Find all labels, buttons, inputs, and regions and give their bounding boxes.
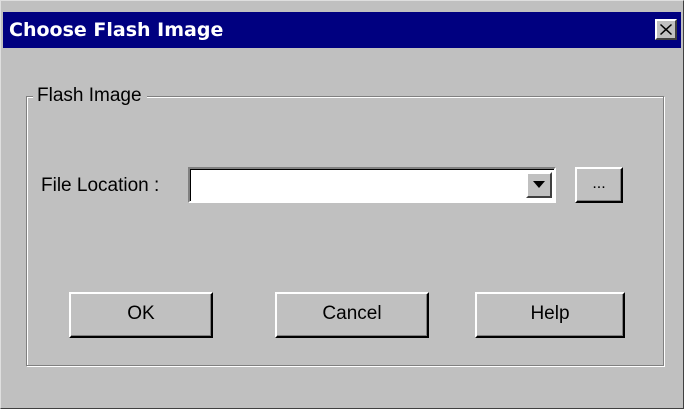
title-bar[interactable]: Choose Flash Image: [3, 12, 681, 48]
browse-button[interactable]: ...: [575, 167, 623, 203]
ok-button[interactable]: OK: [69, 292, 213, 338]
file-location-combobox[interactable]: [188, 167, 556, 203]
chevron-down-icon: [533, 181, 545, 188]
cancel-button[interactable]: Cancel: [275, 292, 429, 338]
help-button[interactable]: Help: [475, 292, 625, 338]
file-location-label: File Location :: [41, 175, 160, 196]
window-title: Choose Flash Image: [9, 19, 224, 41]
combobox-dropdown-button[interactable]: [526, 172, 552, 198]
groupbox-legend: Flash Image: [33, 85, 147, 107]
close-icon: [660, 24, 672, 35]
close-button[interactable]: [655, 19, 677, 40]
file-location-input[interactable]: [193, 172, 517, 200]
dialog-window: Choose Flash Image Flash Image File Loca…: [0, 0, 684, 409]
